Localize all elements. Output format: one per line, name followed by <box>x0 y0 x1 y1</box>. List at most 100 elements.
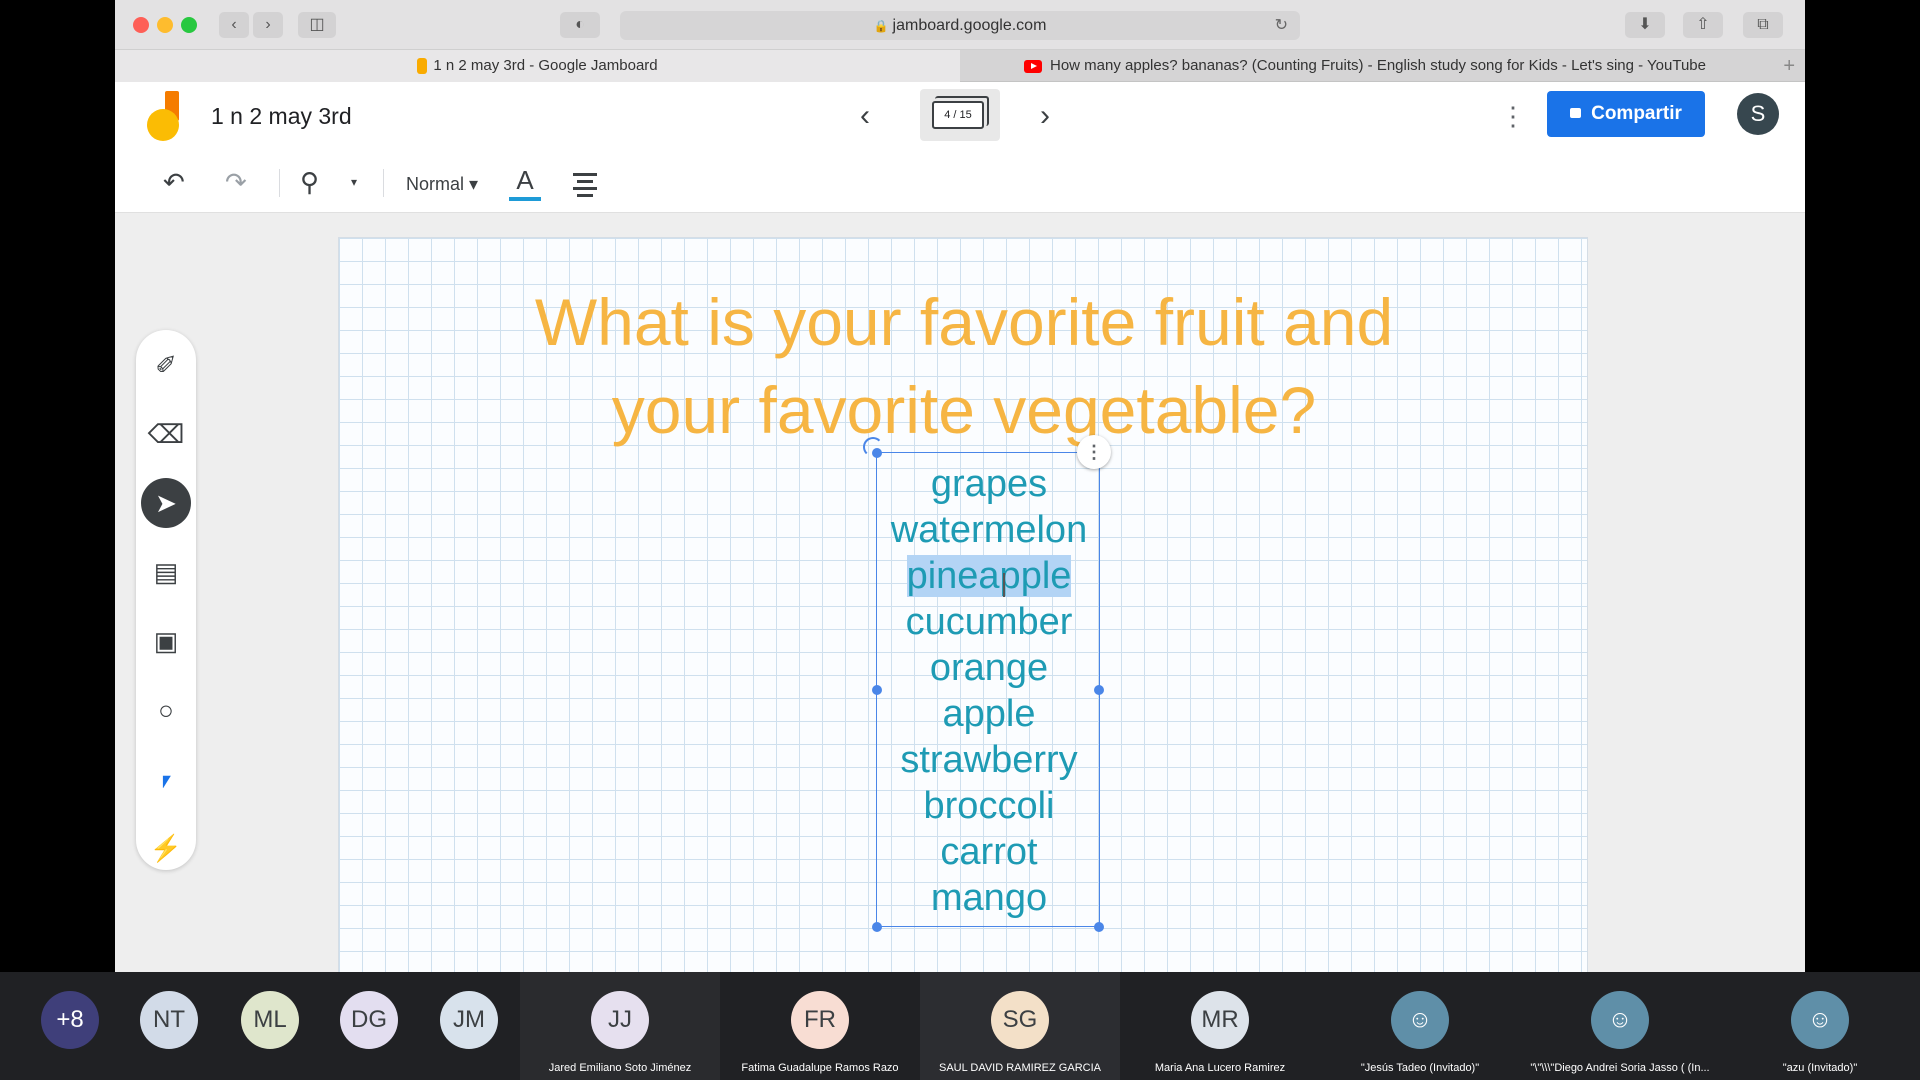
share-label: Compartir <box>1591 103 1682 124</box>
more-options-icon[interactable]: ⋮ <box>1500 101 1526 132</box>
participant-name: SAUL DAVID RAMIREZ GARCIA <box>939 1062 1101 1074</box>
lock-icon <box>1570 107 1582 118</box>
youtube-favicon-icon <box>1024 59 1042 73</box>
question-line: your favorite vegetable? <box>611 373 1317 447</box>
undo-icon[interactable]: ↶ <box>163 167 185 197</box>
maximize-window-button[interactable] <box>181 17 197 33</box>
participant-avatar[interactable]: DG <box>340 991 398 1049</box>
new-tab-icon[interactable]: + <box>1783 50 1795 82</box>
participant-avatar: MR <box>1191 991 1249 1049</box>
jamboard-logo[interactable] <box>147 91 183 143</box>
jamboard-favicon-icon <box>417 58 428 75</box>
address-bar[interactable]: 🔒 jamboard.google.com ↻ <box>620 11 1300 40</box>
tab-title: How many apples? bananas? (Counting Frui… <box>1050 57 1706 74</box>
participant-name: Jared Emiliano Soto Jiménez <box>548 1062 692 1074</box>
participant-name: "Jesús Tadeo (Invitado)" <box>1360 1062 1480 1074</box>
word-item: grapes <box>930 463 1048 505</box>
word-item: watermelon <box>890 509 1088 551</box>
word-item: apple <box>942 693 1036 735</box>
anonymous-user-icon: ☺ <box>1391 991 1449 1049</box>
sidebar-toggle-icon[interactable]: ◫ <box>298 12 336 38</box>
resize-handle[interactable] <box>872 448 882 458</box>
participant-tile[interactable]: SG SAUL DAVID RAMIREZ GARCIA <box>920 972 1120 1080</box>
participant-avatar: FR <box>791 991 849 1049</box>
jamboard-frame[interactable]: What is your favorite fruit and your fav… <box>338 237 1588 972</box>
participant-name: Maria Ana Lucero Ramirez <box>1154 1062 1286 1074</box>
share-button[interactable]: Compartir <box>1547 91 1705 137</box>
back-icon[interactable]: ‹ <box>219 12 249 38</box>
frame-bar-button[interactable]: 4 / 15 <box>920 89 1000 141</box>
canvas-area: What is your favorite fruit and your fav… <box>115 213 1805 972</box>
browser-window: ‹ › ◫ ◐ 🔒 jamboard.google.com ↻ ⬇ ⇧ ⧉ 1 n… <box>115 0 1805 972</box>
participant-avatar: SG <box>991 991 1049 1049</box>
participant-name: "\"\\\"Diego Andrei Soria Jasso ( (In... <box>1530 1062 1710 1074</box>
participant-avatar: JJ <box>591 991 649 1049</box>
url-text: jamboard.google.com <box>892 17 1047 34</box>
question-text[interactable]: What is your favorite fruit and your fav… <box>339 278 1589 454</box>
reload-icon[interactable]: ↻ <box>1275 11 1288 40</box>
participant-tile[interactable]: JJ Jared Emiliano Soto Jiménez <box>520 972 720 1080</box>
next-frame-icon[interactable]: › <box>1040 101 1050 131</box>
word-item: strawberry <box>900 739 1078 781</box>
select-pointer-icon[interactable]: ➤ <box>141 478 191 528</box>
resize-handle[interactable] <box>872 922 882 932</box>
share-page-icon[interactable]: ⇧ <box>1683 12 1723 38</box>
participant-avatar[interactable]: ML <box>241 991 299 1049</box>
participant-tile[interactable]: MR Maria Ana Lucero Ramirez <box>1120 972 1320 1080</box>
browser-titlebar: ‹ › ◫ ◐ 🔒 jamboard.google.com ↻ ⬇ ⇧ ⧉ <box>115 0 1805 50</box>
add-image-icon[interactable]: ▣ <box>141 616 191 666</box>
previous-frame-icon[interactable]: ‹ <box>860 101 870 131</box>
tab-jamboard[interactable]: 1 n 2 may 3rd - Google Jamboard <box>115 50 960 82</box>
zoom-icon[interactable]: ⚲ <box>300 167 319 197</box>
account-avatar[interactable]: S <box>1737 93 1779 135</box>
forward-icon[interactable]: › <box>253 12 283 38</box>
participant-avatar[interactable]: JM <box>440 991 498 1049</box>
participant-tile[interactable]: FR Fatima Guadalupe Ramos Razo <box>720 972 920 1080</box>
pen-icon[interactable]: ✐ <box>141 340 191 390</box>
close-window-button[interactable] <box>133 17 149 33</box>
participant-tile[interactable]: ☺ "azu (Invitado)" <box>1720 972 1920 1080</box>
word-item-selected: pineapple <box>877 553 1101 599</box>
tab-overview-icon[interactable]: ⧉ <box>1743 12 1783 38</box>
toolbar-divider <box>279 169 280 197</box>
lock-icon: 🔒 <box>873 19 889 33</box>
question-line: What is your favorite fruit and <box>534 285 1394 359</box>
downloads-icon[interactable]: ⬇ <box>1625 12 1665 38</box>
sticky-note-icon[interactable]: ▤ <box>141 547 191 597</box>
participant-name: "azu (Invitado)" <box>1782 1062 1858 1074</box>
toolbar-divider <box>383 169 384 197</box>
text-style-value: Normal <box>406 174 465 194</box>
laser-icon[interactable]: ⚡ <box>141 823 191 873</box>
frame-indicator: 4 / 15 <box>932 96 989 129</box>
editing-toolbar: ↶ ↷ ⚲ ▾ Normal ▾ A <box>115 155 1805 213</box>
meeting-participants-strip: +8 NT ML DG JM JJ Jared Emiliano Soto Ji… <box>0 972 1920 1080</box>
text-cursor <box>1003 573 1005 597</box>
text-style-select[interactable]: Normal ▾ <box>406 174 478 195</box>
tool-rail: ✐ ⌫ ➤ ▤ ▣ ○ ⎖ ⚡ <box>136 330 196 870</box>
jamboard-header: 1 n 2 may 3rd ‹ 4 / 15 › ⋮ Compartir S <box>115 83 1805 155</box>
participant-tile[interactable]: ☺ "\"\\\"Diego Andrei Soria Jasso ( (In.… <box>1520 972 1720 1080</box>
selected-text: pineapple <box>906 555 1072 597</box>
participant-name: Fatima Guadalupe Ramos Razo <box>741 1062 899 1074</box>
tab-youtube[interactable]: How many apples? bananas? (Counting Frui… <box>960 50 1770 82</box>
redo-icon[interactable]: ↷ <box>225 167 247 197</box>
resize-handle[interactable] <box>1094 922 1104 932</box>
document-title[interactable]: 1 n 2 may 3rd <box>211 103 352 130</box>
tab-title: 1 n 2 may 3rd - Google Jamboard <box>433 57 658 74</box>
anonymous-user-icon: ☺ <box>1591 991 1649 1049</box>
word-item: broccoli <box>923 785 1055 827</box>
text-box-icon[interactable]: ⎖ <box>141 754 191 804</box>
text-align-icon[interactable] <box>573 173 597 201</box>
word-item: carrot <box>940 831 1038 873</box>
eraser-icon[interactable]: ⌫ <box>141 409 191 459</box>
privacy-shield-icon[interactable]: ◐ <box>560 12 600 38</box>
participant-avatar[interactable]: NT <box>140 991 198 1049</box>
circle-shape-icon[interactable]: ○ <box>141 685 191 735</box>
more-participants-button[interactable]: +8 <box>41 991 99 1049</box>
participant-tile[interactable]: ☺ "Jesús Tadeo (Invitado)" <box>1320 972 1520 1080</box>
zoom-dropdown-icon[interactable]: ▾ <box>351 167 357 197</box>
minimize-window-button[interactable] <box>157 17 173 33</box>
text-color-icon[interactable]: A <box>509 167 541 201</box>
word-item: cucumber <box>905 601 1073 643</box>
word-list-textbox[interactable]: ⋮ grapes watermelon pineapple cucumber o… <box>863 435 1111 932</box>
